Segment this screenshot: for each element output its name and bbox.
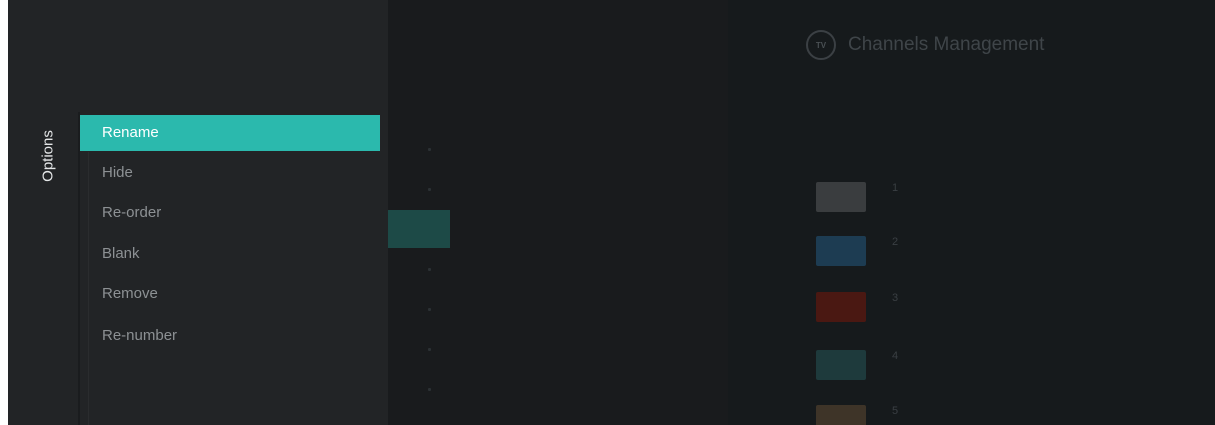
indicator-dot [428,308,431,311]
channel-number: 2 [892,236,899,248]
indicator-dot [428,188,431,191]
menu-item-remove[interactable]: Remove [80,276,380,312]
channel-number: 3 [892,292,899,304]
options-panel: Options Rename Hide Re-order Blank Remov… [8,0,388,425]
tv-screen: TV Channels Management 1 2 3 4 5 Options… [8,0,1215,425]
indicator-dot [428,148,431,151]
indicator-dot [428,348,431,351]
menu-item-hide[interactable]: Hide [80,155,380,191]
indicator-dot [428,388,431,391]
background-channel-list-area [728,0,1215,425]
channel-row[interactable]: 1 [816,182,898,212]
menu-item-reorder[interactable]: Re-order [80,195,380,231]
channel-logo [816,182,866,212]
background-focus-highlight [388,210,450,248]
channels-management-header: TV Channels Management [806,30,1044,60]
channel-number: 4 [892,350,899,362]
channel-logo [816,236,866,266]
menu-item-renumber[interactable]: Re-number [80,318,380,354]
menu-item-rename[interactable]: Rename [80,115,380,151]
options-title: Options [39,130,57,182]
channel-logo [816,350,866,380]
channel-row[interactable]: 3 [816,292,898,322]
tv-icon: TV [806,30,836,60]
channel-row[interactable]: 4 [816,350,898,380]
channel-number: 5 [892,405,899,417]
channel-number: 1 [892,182,899,194]
channel-logo [816,405,866,425]
channel-row[interactable]: 2 [816,236,898,266]
channel-row[interactable]: 5 [816,405,898,425]
indicator-dot [428,268,431,271]
channels-management-title: Channels Management [848,34,1045,55]
channel-logo [816,292,866,322]
menu-item-blank[interactable]: Blank [80,236,380,272]
